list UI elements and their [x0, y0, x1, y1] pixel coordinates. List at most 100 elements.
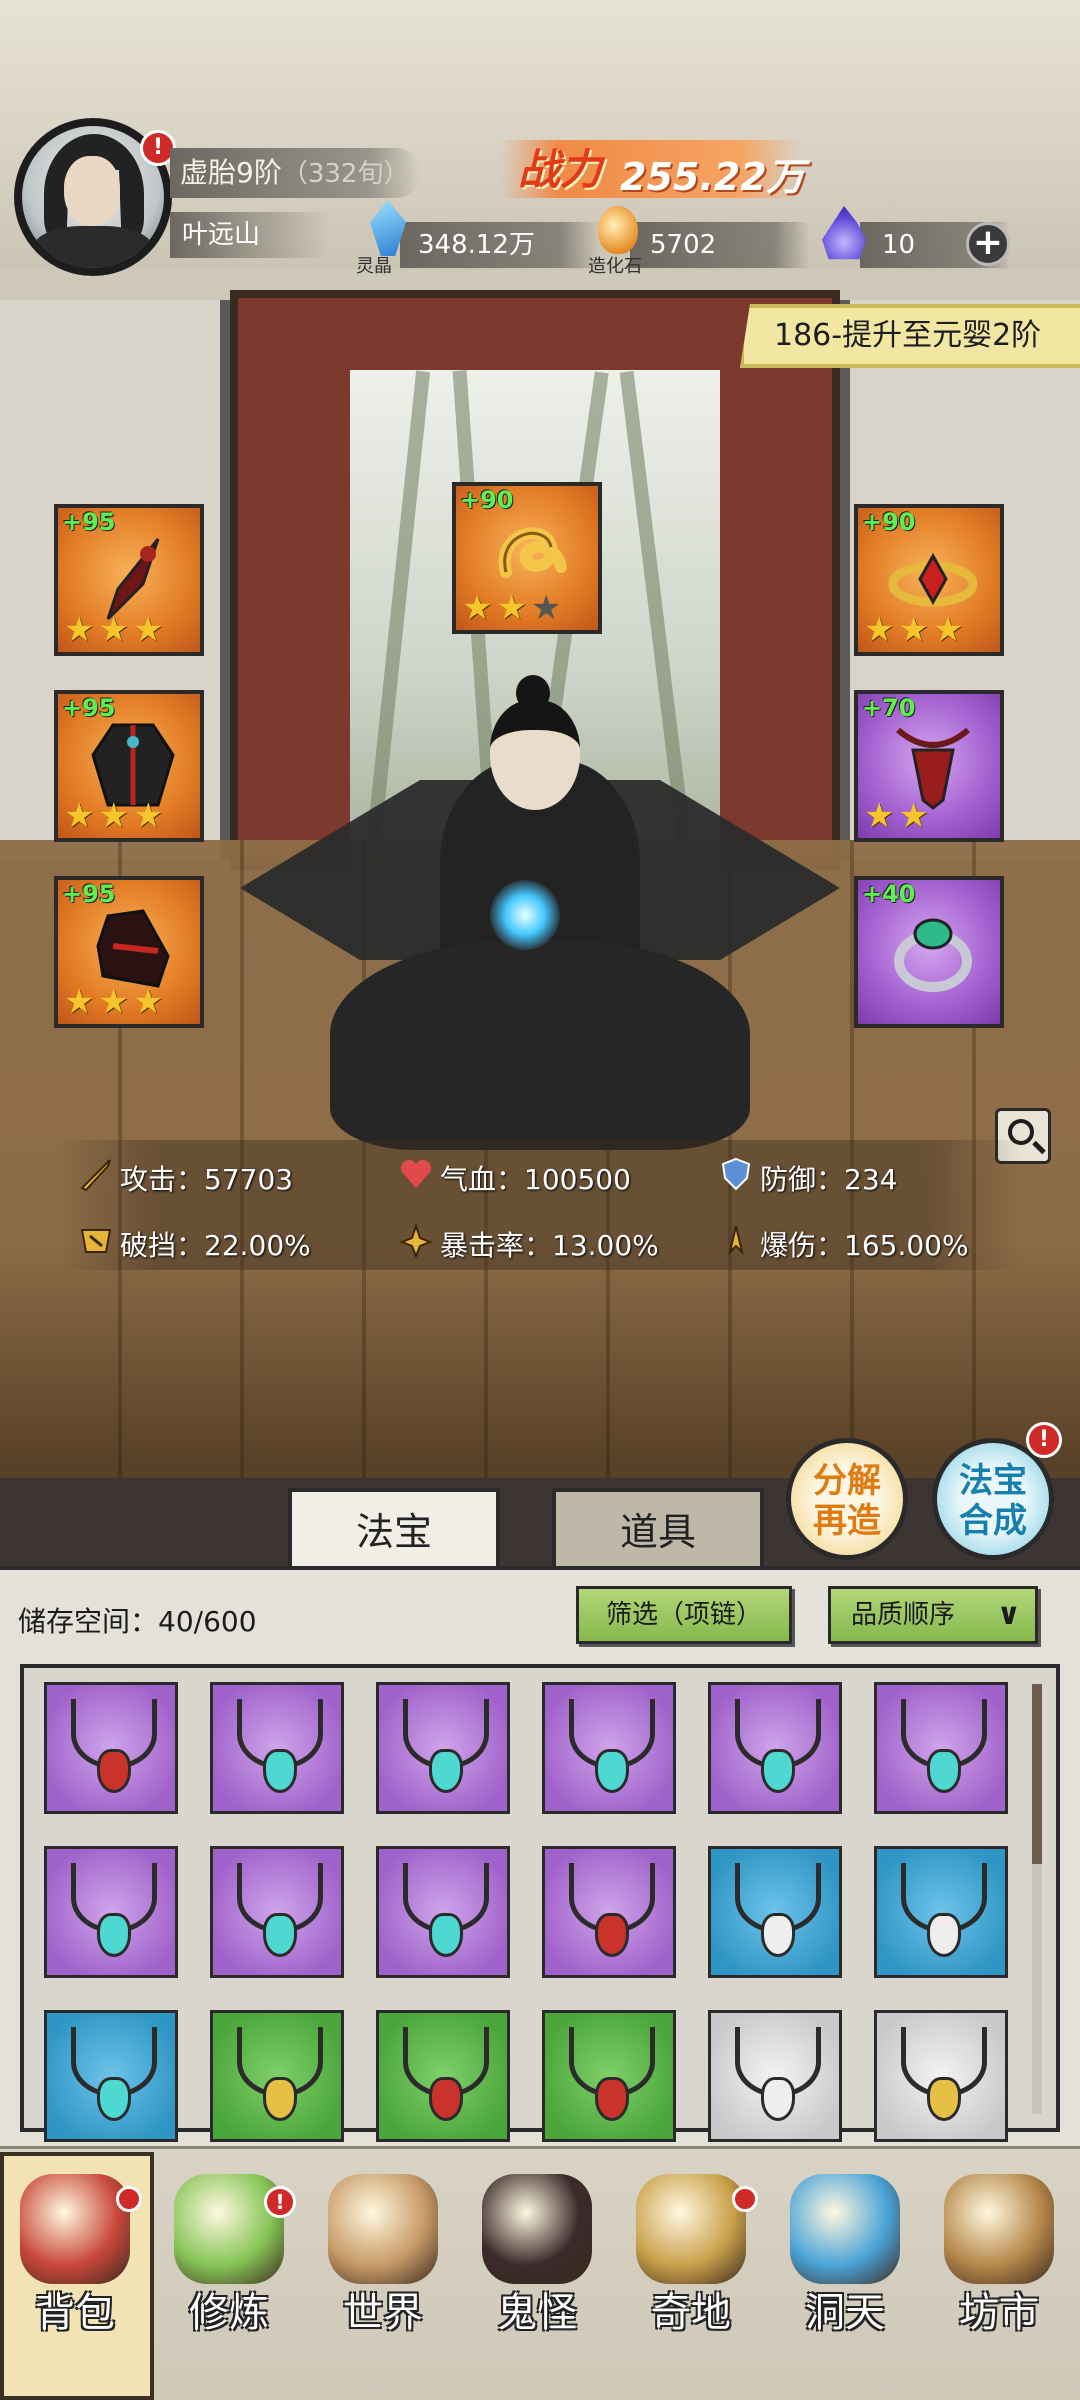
realm-duration: （332旬）	[281, 159, 410, 189]
nav-item-1[interactable]: 修炼!	[154, 2160, 304, 2390]
necklace-pendant-icon	[263, 1913, 297, 1957]
stat-crit-rate: 暴击率：13.00%	[440, 1229, 659, 1262]
nav-label: 洞天	[805, 2290, 885, 2336]
inventory-item[interactable]	[542, 1846, 676, 1978]
nav-notification-dot	[732, 2186, 758, 2212]
equip-slot-armor[interactable]: +95 ★★★	[54, 690, 204, 842]
inventory-item[interactable]	[874, 1682, 1008, 1814]
heart-icon	[400, 1159, 432, 1188]
bag-icon	[20, 2174, 130, 2284]
inventory-item[interactable]	[708, 1682, 842, 1814]
necklace-pendant-icon	[97, 1749, 131, 1793]
decompose-button[interactable]: 分解再造	[786, 1438, 908, 1560]
nav-item-4[interactable]: 奇地	[616, 2160, 766, 2390]
equip-level: +70	[862, 694, 916, 722]
nav-alert-badge: !	[264, 2186, 296, 2218]
equip-stars: ★★★	[64, 610, 168, 650]
nav-item-0[interactable]: 背包	[0, 2160, 150, 2390]
equip-slot-necklace[interactable]: +70 ★★	[854, 690, 1004, 842]
tab-fabao[interactable]: 法宝	[288, 1488, 500, 1568]
necklace-pendant-icon	[97, 1913, 131, 1957]
equip-stars: ★★★	[864, 610, 968, 650]
equip-slot-ring[interactable]: +40	[854, 876, 1004, 1028]
inventory-item[interactable]	[210, 2010, 344, 2142]
player-name: 叶远山	[170, 212, 330, 258]
nav-item-3[interactable]: 鬼怪	[462, 2160, 612, 2390]
inventory-item[interactable]	[708, 1846, 842, 1978]
crit-icon	[399, 1222, 433, 1258]
nav-notification-dot	[116, 2186, 142, 2212]
shield-icon	[721, 1157, 751, 1191]
inventory-item[interactable]	[376, 1682, 510, 1814]
necklace-pendant-icon	[761, 1749, 795, 1793]
jade-ring-icon	[894, 918, 972, 992]
necklace-pendant-icon	[97, 2077, 131, 2121]
floor-shadow	[0, 1240, 1080, 1480]
character-head	[490, 700, 580, 810]
break-icon	[80, 1229, 112, 1253]
stat-break: 破挡：22.00%	[120, 1229, 311, 1262]
wonderland-icon	[636, 2174, 746, 2284]
nav-label: 背包	[35, 2290, 115, 2336]
necklace-pendant-icon	[429, 1913, 463, 1957]
tab-daoju[interactable]: 道具	[552, 1488, 764, 1568]
tab-strip	[0, 1478, 1080, 1568]
nav-item-6[interactable]: 坊市	[924, 2160, 1074, 2390]
nav-label: 奇地	[651, 2290, 731, 2336]
equip-stars: ★★★	[64, 796, 168, 836]
inventory-item[interactable]	[210, 1846, 344, 1978]
inventory-item[interactable]	[376, 2010, 510, 2142]
equip-stars: ★★★	[64, 982, 168, 1022]
inventory-item[interactable]	[708, 2010, 842, 2142]
equip-slot-boots[interactable]: +95 ★★★	[54, 876, 204, 1028]
cave-portal-icon	[790, 2174, 900, 2284]
inventory-scrollbar-thumb[interactable]	[1032, 1684, 1042, 1864]
equip-level: +95	[62, 694, 116, 722]
equip-slot-crown[interactable]: +90 ★★★	[854, 504, 1004, 656]
inventory-item[interactable]	[44, 1846, 178, 1978]
inventory-item[interactable]	[542, 2010, 676, 2142]
inventory-item[interactable]	[44, 1682, 178, 1814]
necklace-pendant-icon	[761, 2077, 795, 2121]
inventory-item[interactable]	[210, 1682, 344, 1814]
world-scroll-icon	[328, 2174, 438, 2284]
realm-label: 虚胎9阶	[180, 156, 282, 189]
stat-attack: 攻击：57703	[120, 1163, 294, 1196]
inventory-item[interactable]	[376, 1846, 510, 1978]
necklace-pendant-icon	[429, 1749, 463, 1793]
inventory-item[interactable]	[542, 1682, 676, 1814]
filter-button[interactable]: 筛选（项链）	[576, 1586, 792, 1644]
inventory-item[interactable]	[874, 1846, 1008, 1978]
character-robe	[330, 940, 750, 1150]
stat-defense: 防御：234	[760, 1163, 898, 1196]
equip-slot-artifact[interactable]: +90 ★★★	[452, 482, 602, 634]
necklace-pendant-icon	[761, 1913, 795, 1957]
nav-item-2[interactable]: 世界	[308, 2160, 458, 2390]
sort-dropdown[interactable]: 品质顺序 ∨	[828, 1586, 1038, 1644]
storage-capacity: 储存空间：40/600	[18, 1605, 257, 1638]
inventory-item[interactable]	[44, 2010, 178, 2142]
necklace-pendant-icon	[429, 2077, 463, 2121]
add-currency-button[interactable]: +	[966, 222, 1010, 266]
spirit-crystal-caption: 灵晶	[356, 256, 392, 277]
stat-crit-damage: 爆伤：165.00%	[760, 1229, 969, 1262]
necklace-pendant-icon	[595, 1913, 629, 1957]
necklace-pendant-icon	[595, 2077, 629, 2121]
nav-item-5[interactable]: 洞天	[770, 2160, 920, 2390]
equip-level: +90	[460, 486, 514, 514]
nav-label: 世界	[343, 2290, 423, 2336]
necklace-pendant-icon	[263, 1749, 297, 1793]
quest-banner[interactable]: 186-提升至元婴2阶	[740, 304, 1080, 368]
equip-slot-weapon[interactable]: +95 ★★★	[54, 504, 204, 656]
necklace-pendant-icon	[927, 1913, 961, 1957]
inventory-item[interactable]	[874, 2010, 1008, 2142]
realm-bar: 虚胎9阶（332旬）	[170, 148, 420, 198]
equip-stars: ★★	[864, 796, 933, 836]
necklace-pendant-icon	[595, 1749, 629, 1793]
creation-stone-amount: 5702	[630, 222, 810, 268]
equip-level: +95	[62, 508, 116, 536]
sword-icon	[80, 1159, 111, 1192]
chevron-down-icon: ∨	[996, 1597, 1021, 1632]
spirit-orb	[490, 880, 560, 950]
power-label: 战力	[518, 145, 603, 194]
